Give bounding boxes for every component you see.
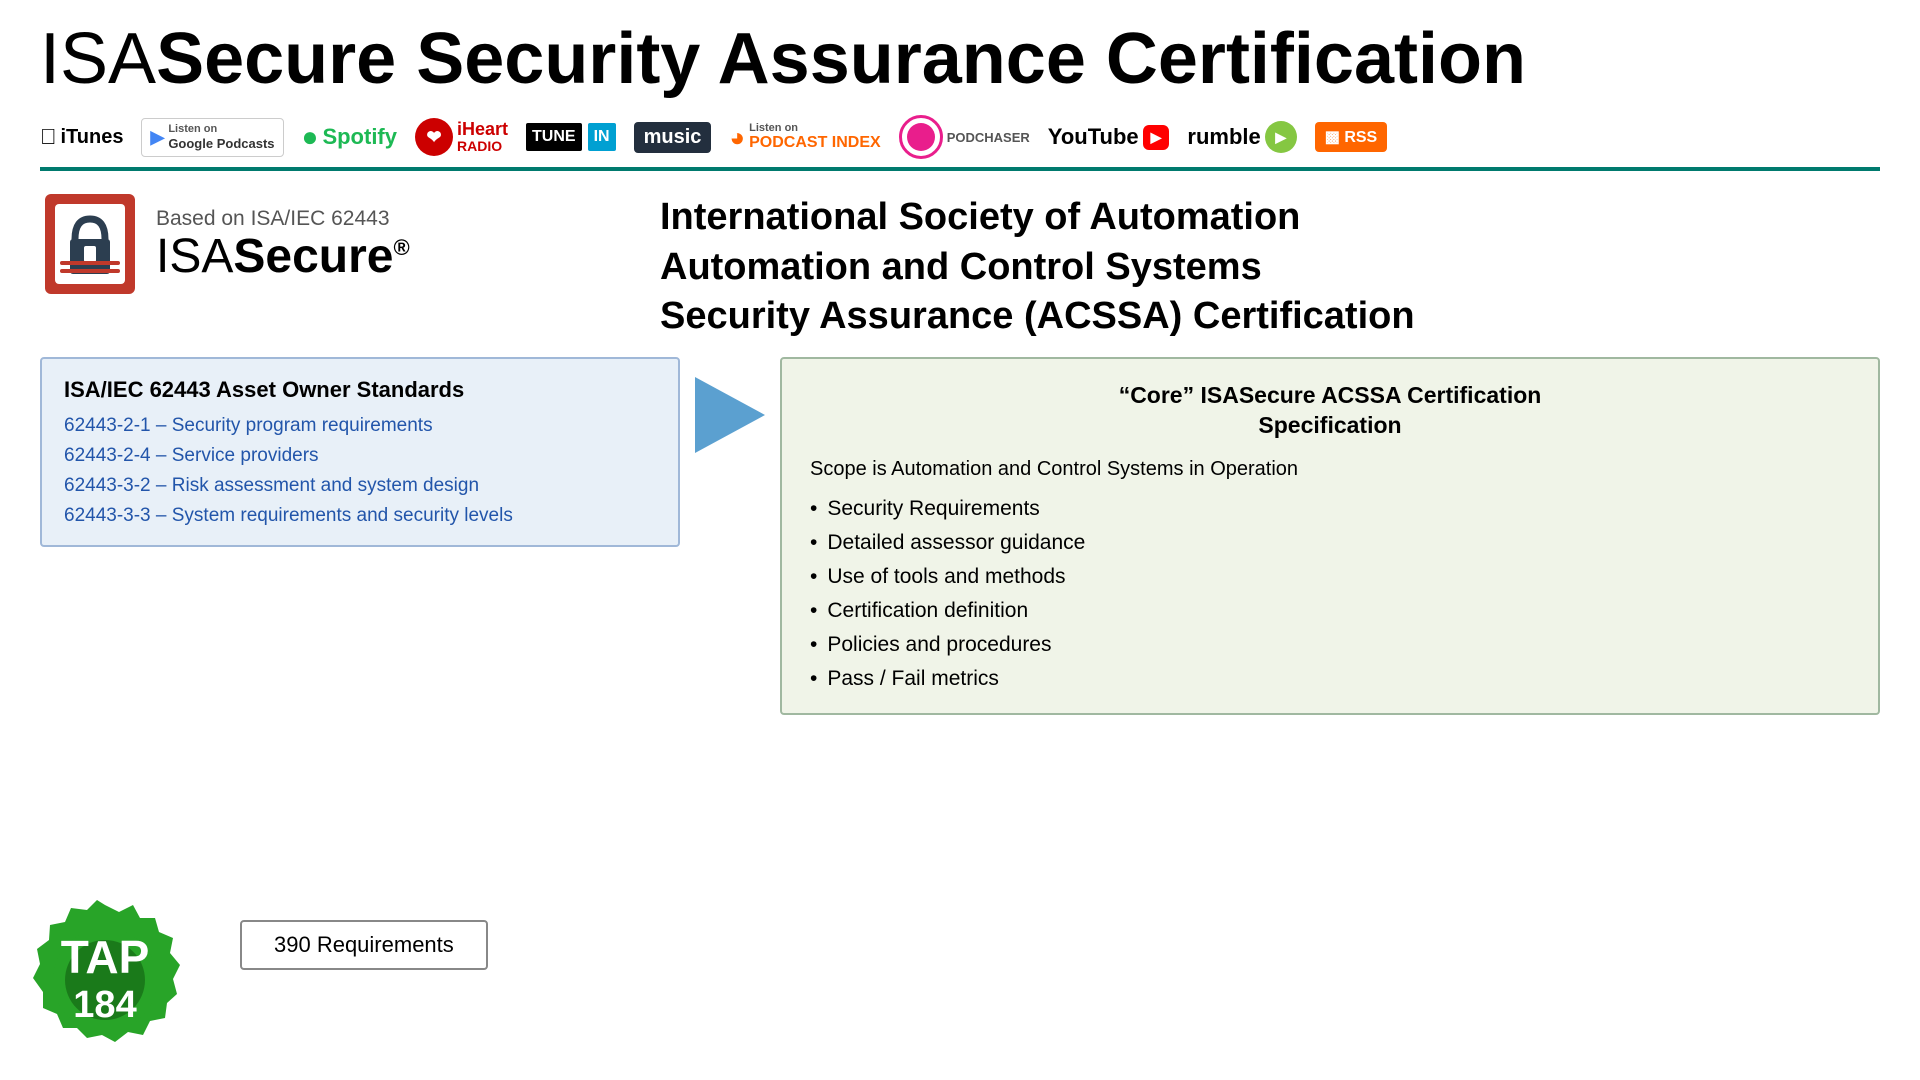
cert-box: “Core” ISASecure ACSSA CertificationSpec… <box>780 357 1880 715</box>
podcast-amazon[interactable]: music <box>634 122 712 153</box>
podcast-spotify[interactable]: ● Spotify <box>302 121 397 153</box>
isasecure-logo-text: ISASecure® <box>156 233 410 281</box>
heading-line3: Security Assurance (ACSSA) Certification <box>660 292 1880 341</box>
isasecure-logo-area: Based on ISA/IEC 62443 ISASecure® <box>40 189 620 299</box>
podcast-itunes[interactable]:  iTunes <box>40 124 123 150</box>
standards-title: ISA/IEC 62443 Asset Owner Standards <box>64 377 656 403</box>
right-arrow <box>695 377 765 453</box>
podcast-google[interactable]: ▶ Listen on Google Podcasts <box>141 118 283 157</box>
heading-line2: Automation and Control Systems <box>660 243 1880 292</box>
podcast-tunein[interactable]: TUNE IN <box>526 123 616 151</box>
based-on-text: Based on ISA/IEC 62443 <box>156 207 410 231</box>
cert-scope: Scope is Automation and Control Systems … <box>810 455 1850 483</box>
lock-icon <box>40 189 140 299</box>
podcast-rss[interactable]: ▩ RSS <box>1315 122 1387 152</box>
podcast-youtube[interactable]: YouTube ▶ <box>1048 124 1170 150</box>
podcast-index[interactable]: ◕ Listen on PODCAST INDEX <box>729 122 880 153</box>
standard-item-1: 62443-2-1 – Security program requirement… <box>64 415 656 437</box>
main-title: ISASecure Security Assurance Certificati… <box>40 20 1880 99</box>
cert-item-2: •Detailed assessor guidance <box>810 531 1850 555</box>
svg-text:TAP: TAP <box>61 931 150 983</box>
podcast-rumble[interactable]: rumble ▶ <box>1187 121 1296 153</box>
isa-heading-area: International Society of Automation Auto… <box>660 189 1880 341</box>
cert-title: “Core” ISASecure ACSSA CertificationSpec… <box>810 381 1850 441</box>
podcast-iheart[interactable]: ❤ iHeart RADIO <box>415 118 508 156</box>
standards-box: ISA/IEC 62443 Asset Owner Standards 6244… <box>40 357 680 547</box>
title-secure-rest: Secure Security Assurance Certification <box>156 19 1526 99</box>
cert-item-5: •Policies and procedures <box>810 633 1850 657</box>
cert-item-6: •Pass / Fail metrics <box>810 667 1850 691</box>
standard-item-4: 62443-3-3 – System requirements and secu… <box>64 505 656 527</box>
cert-item-3: •Use of tools and methods <box>810 565 1850 589</box>
cert-list: •Security Requirements •Detailed assesso… <box>810 497 1850 691</box>
arrow-section <box>680 357 780 453</box>
standard-item-3: 62443-3-2 – Risk assessment and system d… <box>64 475 656 497</box>
heading-line1: International Society of Automation <box>660 193 1880 242</box>
podcast-bar:  iTunes ▶ Listen on Google Podcasts ● S… <box>40 107 1880 171</box>
tap-badge: TAP 184 <box>20 895 190 1070</box>
cert-item-4: •Certification definition <box>810 599 1850 623</box>
title-isa: ISA <box>40 19 156 99</box>
cert-item-1: •Security Requirements <box>810 497 1850 521</box>
standard-item-2: 62443-2-4 – Service providers <box>64 445 656 467</box>
requirements-button[interactable]: 390 Requirements <box>240 920 488 970</box>
podcast-podchaser[interactable]: PODCHASER <box>899 115 1030 159</box>
svg-text:184: 184 <box>73 984 136 1026</box>
